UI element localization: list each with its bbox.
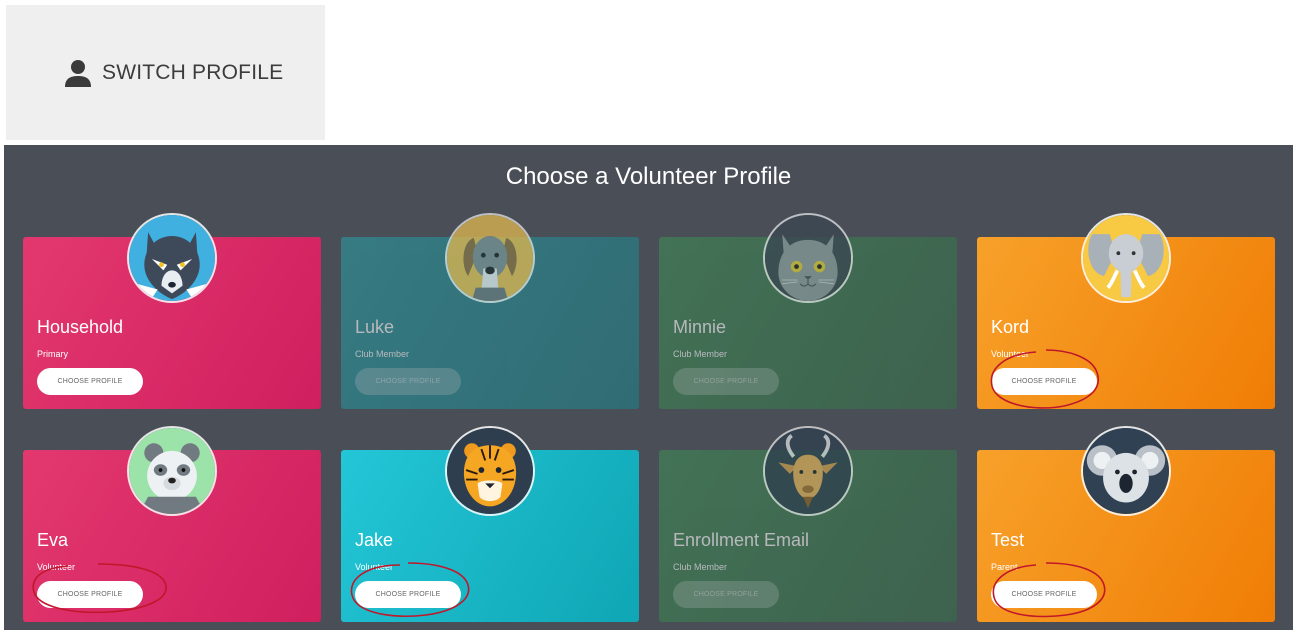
profile-role: Club Member	[355, 349, 410, 359]
profile-name: Jake	[355, 530, 394, 550]
elephant-icon	[1081, 213, 1171, 303]
cat-icon	[763, 213, 853, 303]
person-icon	[65, 59, 91, 87]
choose-profile-button[interactable]: CHOOSE PROFILE	[673, 368, 779, 395]
choose-profile-button[interactable]: CHOOSE PROFILE	[355, 368, 461, 395]
choose-profile-button[interactable]: CHOOSE PROFILE	[991, 581, 1097, 608]
profile-name: Minnie	[673, 317, 727, 337]
profile-role: Volunteer	[991, 349, 1030, 359]
goat-icon	[763, 426, 853, 516]
profile-name: Household	[37, 317, 124, 337]
profile-role: Club Member	[673, 562, 728, 572]
choose-profile-button[interactable]: CHOOSE PROFILE	[355, 581, 461, 608]
choose-profile-button[interactable]: CHOOSE PROFILE	[991, 368, 1097, 395]
profile-name: Eva	[37, 530, 69, 550]
profile-name: Enrollment Email	[673, 530, 810, 550]
koala-icon	[1081, 426, 1171, 516]
choose-profile-button[interactable]: CHOOSE PROFILE	[673, 581, 779, 608]
profile-role: Club Member	[673, 349, 728, 359]
profile-role: Parent	[991, 562, 1018, 572]
dog-icon	[445, 213, 535, 303]
bear-icon	[127, 426, 217, 516]
profile-name: Luke	[355, 317, 395, 337]
switch-profile-label: SWITCH PROFILE	[102, 60, 284, 84]
choose-profile-button[interactable]: CHOOSE PROFILE	[37, 368, 143, 395]
profile-role: Volunteer	[355, 562, 394, 572]
profile-name: Kord	[991, 317, 1030, 337]
profile-name: Test	[991, 530, 1025, 550]
choose-profile-button[interactable]: CHOOSE PROFILE	[37, 581, 143, 608]
switch-profile-button[interactable]: SWITCH PROFILE	[6, 5, 325, 140]
panel-title: Choose a Volunteer Profile	[505, 163, 792, 190]
profile-role: Primary	[37, 349, 68, 359]
profile-role: Volunteer	[37, 562, 76, 572]
tiger-icon	[445, 426, 535, 516]
wolf-icon	[127, 213, 217, 303]
profile-chooser-panel: Choose a Volunteer Profile Household Pri…	[4, 145, 1293, 630]
